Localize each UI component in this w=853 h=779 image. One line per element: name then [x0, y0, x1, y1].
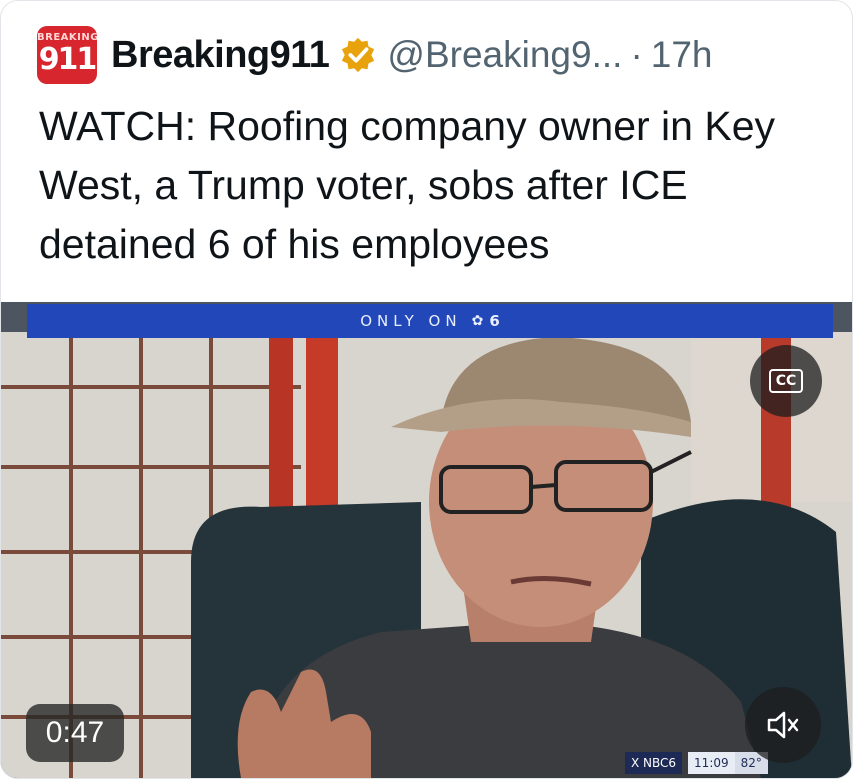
speaker-muted-icon: [767, 711, 799, 739]
separator-dot: ·: [630, 34, 643, 75]
cc-icon: CC: [768, 369, 804, 393]
banner-label: ONLY ON: [360, 312, 462, 330]
mute-toggle-button[interactable]: [745, 687, 821, 763]
timestamp[interactable]: 17h: [651, 34, 713, 76]
tweet-text: WATCH: Roofing company owner in Key West…: [39, 103, 775, 267]
ticker-social: X NBC6: [625, 752, 683, 774]
video-player[interactable]: ONLY ON ✿ 6 CC 0:47 X NBC6 11:09 82°: [1, 302, 852, 778]
avatar-number: 911: [38, 42, 97, 77]
handle[interactable]: @Breaking9...: [387, 34, 622, 76]
news-ticker: X NBC6 11:09 82°: [625, 752, 768, 774]
only-on-banner: ONLY ON ✿ 6: [27, 304, 833, 338]
tweet-card[interactable]: BREAKING 911 Breaking911 @Breaking9... ·…: [0, 0, 853, 779]
avatar[interactable]: BREAKING 911: [37, 26, 97, 84]
nbc-peacock-icon: ✿: [471, 313, 484, 329]
video-duration-badge: 0:47: [26, 704, 124, 762]
video-frame: [1, 332, 852, 778]
display-name[interactable]: Breaking911: [111, 34, 330, 77]
closed-captions-button[interactable]: CC: [750, 345, 822, 417]
tweet-header: BREAKING 911 Breaking911 @Breaking9... ·…: [37, 25, 713, 85]
gold-verified-badge-icon: [342, 37, 375, 73]
banner-channel: 6: [489, 312, 500, 330]
ticker-time: 11:09: [688, 752, 735, 774]
